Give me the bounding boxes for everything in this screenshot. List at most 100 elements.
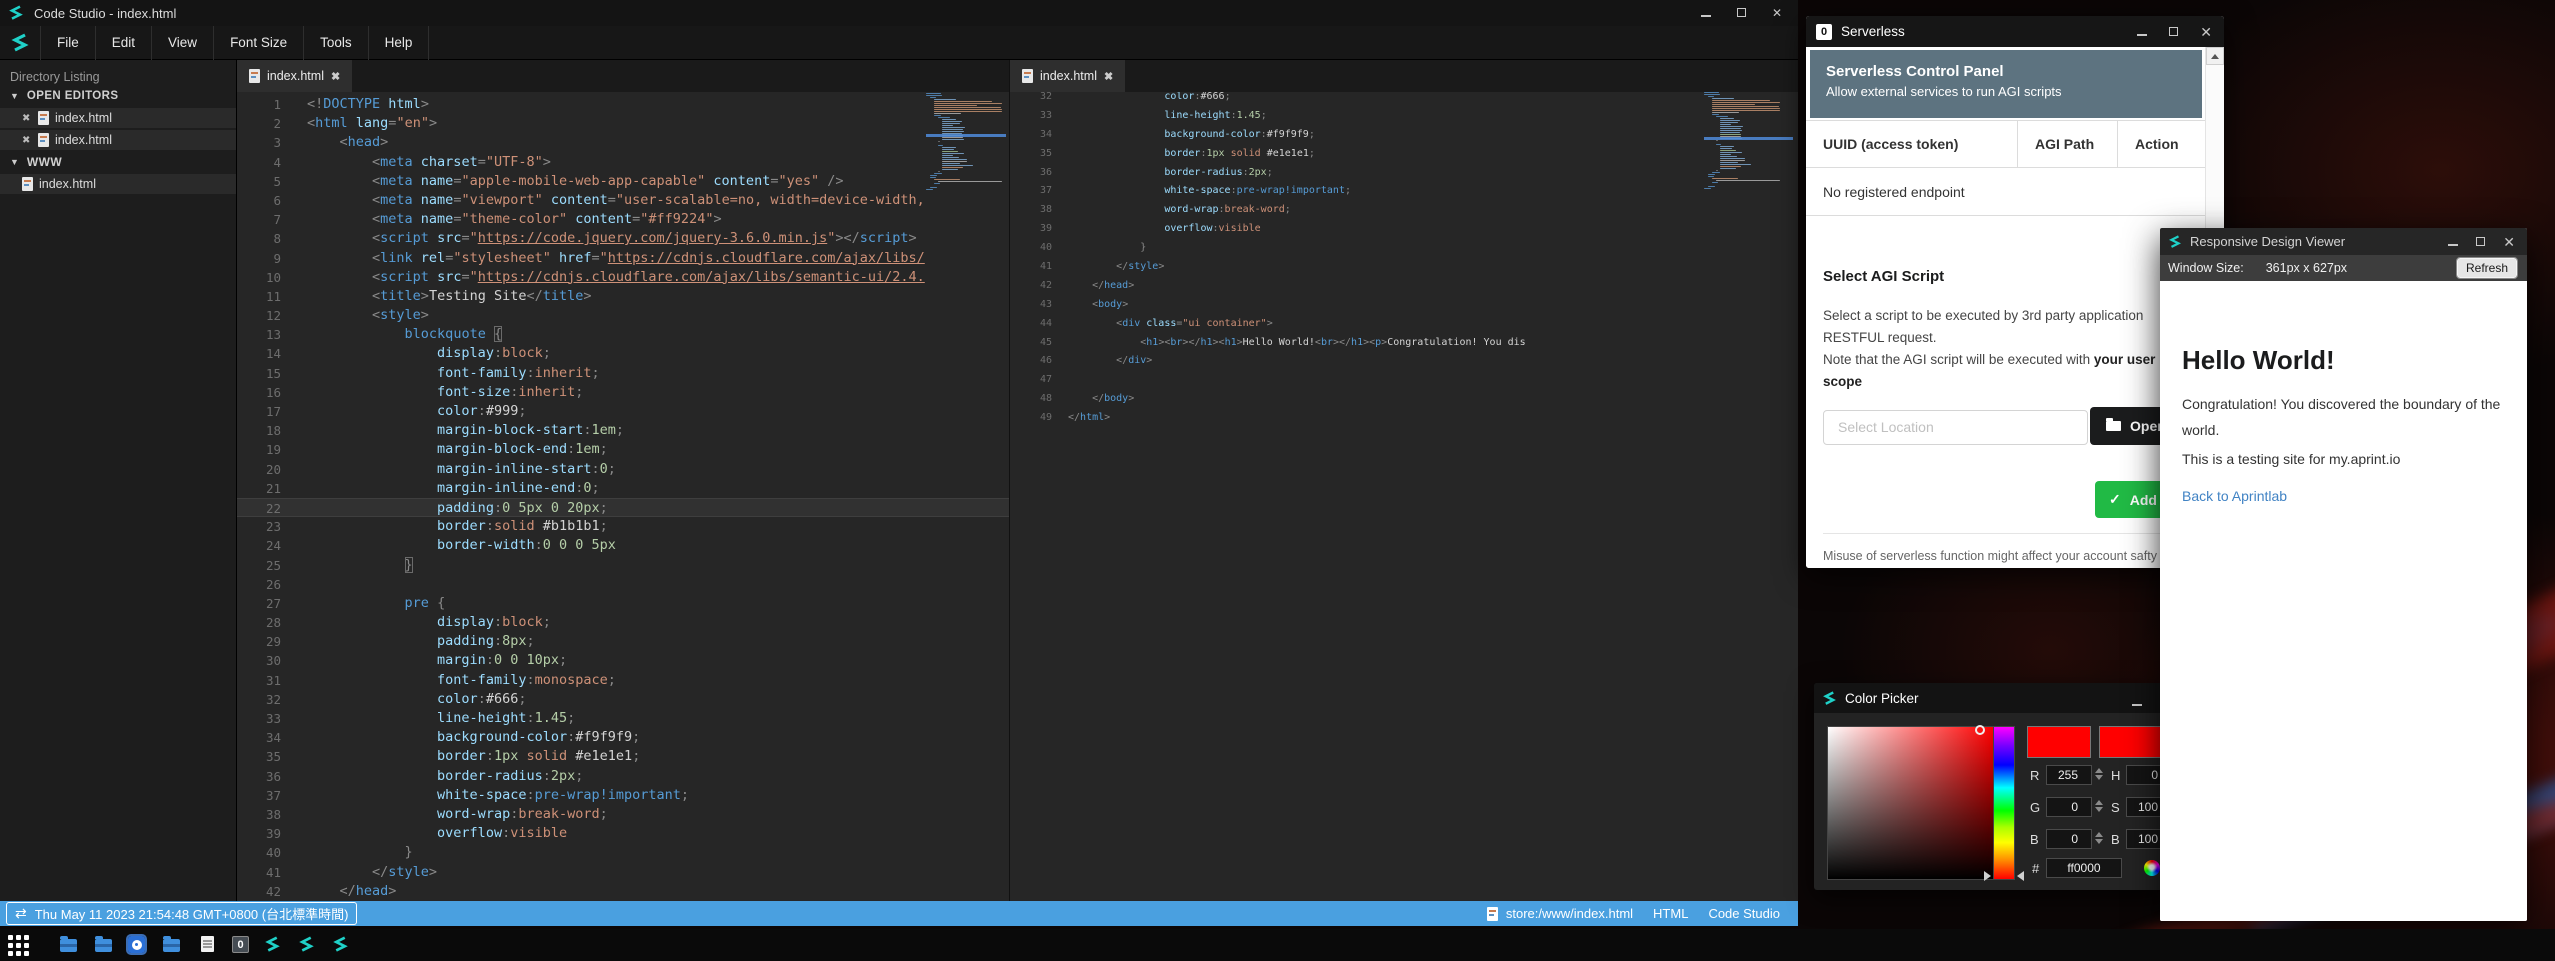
folder-icon	[2106, 421, 2121, 431]
chevron-down-icon: ▼	[10, 91, 19, 101]
status-datetime-group[interactable]: ⇄ Thu May 11 2023 21:54:48 GMT+0800 (台北標…	[6, 902, 357, 925]
tab-close-icon[interactable]: ✖	[331, 70, 340, 83]
serverless-header-block: Serverless Control Panel Allow external …	[1810, 50, 2202, 118]
saturation-value-area[interactable]	[1827, 726, 1994, 880]
code-line: 28 display:block;	[237, 613, 1009, 632]
viewer-titlebar[interactable]: Responsive Design Viewer ✕	[2160, 228, 2527, 255]
taskbar-document-icon[interactable]	[199, 936, 216, 953]
maximize-button[interactable]	[2476, 236, 2485, 248]
menu-help[interactable]: Help	[368, 26, 430, 60]
code-editor-1[interactable]: 1<!DOCTYPE html>2<html lang="en">3 <head…	[237, 92, 1009, 901]
sidebar-item-index.html[interactable]: ✖index.html	[0, 174, 236, 194]
minimize-button[interactable]	[1701, 7, 1711, 19]
code-line: 38 word-wrap:break-word;	[237, 805, 1009, 824]
code-line: 11 <title>Testing Site</title>	[237, 287, 1009, 306]
sidebar-section-www[interactable]: ▼WWW	[0, 152, 236, 172]
taskbar-folder-icon[interactable]	[60, 936, 77, 953]
menu-font-size[interactable]: Font Size	[213, 26, 303, 60]
taskbar-folder-icon[interactable]	[163, 936, 180, 953]
stepper-icon[interactable]	[2095, 832, 2103, 844]
hue-slider[interactable]	[1993, 726, 2015, 880]
code-line: 19 margin-block-end:1em;	[237, 440, 1009, 459]
sv-selector-marker[interactable]	[1975, 725, 1985, 735]
tab-close-icon[interactable]: ✖	[1104, 70, 1113, 83]
scroll-up-button[interactable]	[2206, 47, 2224, 65]
maximize-button[interactable]	[1737, 7, 1746, 19]
viewer-size-bar: Window Size: 361px x 627px Refresh	[2160, 255, 2527, 281]
taskbar-codestudio-icon[interactable]	[332, 936, 349, 953]
column-header-action: Action	[2118, 121, 2205, 167]
minimize-button[interactable]	[2448, 236, 2458, 248]
stepper-icon[interactable]	[2095, 800, 2103, 812]
hue-marker-left-icon[interactable]	[1984, 871, 1991, 881]
code-line: 25 }	[237, 556, 1009, 575]
menu-view[interactable]: View	[151, 26, 213, 60]
field-label: B	[2111, 832, 2120, 847]
refresh-button[interactable]: Refresh	[2457, 258, 2517, 278]
field-label: H	[2111, 768, 2120, 783]
code-line: 33 line-height:1.45;	[237, 709, 1009, 728]
status-datetime: Thu May 11 2023 21:54:48 GMT+0800 (台北標準時…	[35, 904, 349, 923]
minimap-2[interactable]	[1704, 92, 1793, 190]
hue-marker-right-icon[interactable]	[2017, 871, 2024, 881]
close-button[interactable]: ✕	[2503, 235, 2515, 249]
sidebar-section-open-editors[interactable]: ▼OPEN EDITORS	[0, 86, 236, 106]
taskbar-folder-icon[interactable]	[95, 936, 112, 953]
code-editor-2[interactable]: 32 color:#666;33 line-height:1.45;34 bac…	[1010, 92, 1798, 901]
sidebar-item-index.html[interactable]: ✖index.html	[0, 108, 236, 128]
status-language[interactable]: HTML	[1653, 906, 1688, 921]
endpoint-table-header: UUID (access token) AGI Path Action	[1806, 120, 2205, 168]
back-to-aprintlab-link[interactable]: Back to Aprintlab	[2182, 488, 2287, 504]
code-line: 39 overflow:visible	[237, 824, 1009, 843]
taskbar-codestudio-icon[interactable]	[264, 936, 281, 953]
maximize-button[interactable]	[2169, 26, 2178, 38]
code-line: 48 </body>	[1010, 390, 1798, 409]
select-agi-script-description: Select a script to be executed by 3rd pa…	[1823, 305, 2155, 393]
code-line: 12 <style>	[237, 306, 1009, 325]
titlebar[interactable]: Code Studio - index.html ✕	[0, 0, 1798, 26]
taskbar-media-icon[interactable]	[128, 936, 145, 953]
color-picker-titlebar[interactable]: Color Picker	[1814, 683, 2166, 713]
sidebar-item-index.html[interactable]: ✖index.html	[0, 130, 236, 150]
file-icon	[1487, 907, 1498, 921]
app-launcher-icon[interactable]	[8, 935, 29, 956]
code-line: 46 </div>	[1010, 352, 1798, 371]
code-line: 37 white-space:pre-wrap!important;	[1010, 182, 1798, 201]
file-icon	[22, 177, 33, 191]
field-input[interactable]: 0	[2046, 829, 2092, 849]
tab-index-html[interactable]: index.html ✖	[237, 60, 352, 92]
color-sphere-icon[interactable]	[2144, 860, 2160, 876]
menu-file[interactable]: File	[40, 26, 95, 60]
serverless-app-icon: 0	[1816, 24, 1832, 40]
code-line: 34 background-color:#f9f9f9;	[1010, 126, 1798, 145]
hex-input[interactable]: ff0000	[2046, 858, 2122, 878]
minimize-button[interactable]	[2132, 696, 2142, 708]
tab-label: index.html	[1040, 69, 1097, 83]
file-icon	[38, 111, 49, 125]
code-line: 23 border:solid #b1b1b1;	[237, 517, 1009, 536]
field-label: R	[2030, 768, 2039, 783]
rendered-page: Hello World! Congratulation! You discove…	[2160, 281, 2527, 921]
taskbar-codestudio-icon[interactable]	[298, 936, 315, 953]
code-line: 24 border-width:0 0 0 5px	[237, 536, 1009, 555]
taskbar-serverless-icon[interactable]: 0	[232, 936, 249, 953]
close-button[interactable]: ✕	[1772, 7, 1782, 19]
close-icon[interactable]: ✖	[22, 135, 34, 146]
window-title: Code Studio - index.html	[34, 6, 176, 21]
menu-edit[interactable]: Edit	[95, 26, 151, 60]
close-button[interactable]: ✕	[2200, 25, 2212, 39]
menu-tools[interactable]: Tools	[303, 26, 368, 60]
close-icon[interactable]: ✖	[22, 113, 34, 124]
stepper-icon[interactable]	[2095, 768, 2103, 780]
code-line: 6 <meta name="viewport" content="user-sc…	[237, 191, 1009, 210]
status-app-name: Code Studio	[1708, 906, 1780, 921]
serverless-titlebar[interactable]: 0 Serverless ✕	[1806, 16, 2224, 47]
code-line: 29 padding:8px;	[237, 632, 1009, 651]
tab-index-html[interactable]: index.html ✖	[1010, 60, 1125, 92]
field-input[interactable]: 255	[2046, 765, 2092, 785]
select-location-input[interactable]: Select Location	[1823, 410, 2088, 445]
endpoint-table-empty-row: No registered endpoint	[1806, 168, 2205, 216]
field-input[interactable]: 0	[2046, 797, 2092, 817]
minimap-1[interactable]	[926, 93, 1006, 191]
minimize-button[interactable]	[2137, 26, 2147, 38]
